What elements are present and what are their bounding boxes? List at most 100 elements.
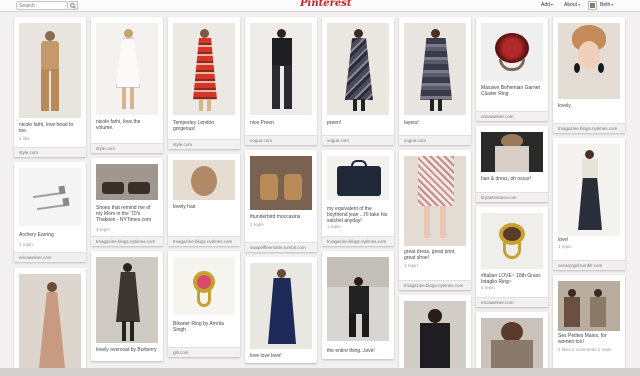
pin[interactable]: layers! vogue.com <box>399 17 471 145</box>
pin-stats: 1 repin <box>250 222 264 227</box>
pin-image[interactable] <box>481 23 543 81</box>
pin-description: layers! <box>404 120 419 126</box>
pin[interactable]: love! 1 repin oscarprgirl.tumblr.com <box>553 138 625 270</box>
pin[interactable]: lovely overcoat by Burberry <box>91 251 163 361</box>
pin-image[interactable] <box>481 318 543 368</box>
pin-description: hair & dress, oh oscar! <box>481 176 532 182</box>
pin[interactable]: thunderbird moccasins 1 repin swapelflee… <box>245 150 317 252</box>
pin-image[interactable] <box>19 168 81 226</box>
pin[interactable]: Massive Bohemian Garnet Cluster Ring eri… <box>476 17 548 121</box>
pin-image[interactable] <box>327 156 389 200</box>
pin-description: Archery Earring <box>19 232 54 238</box>
pin[interactable]: the entire thing...love! <box>322 251 394 359</box>
pin[interactable]: #Italian LOVE~ 18th Grass Intaglio Ring~… <box>476 207 548 307</box>
pin-source[interactable]: bryantestava.com <box>476 191 548 202</box>
pin-source[interactable]: vogue.com <box>399 134 471 145</box>
pin-image[interactable] <box>250 263 312 349</box>
pin-image[interactable] <box>96 23 158 115</box>
pinterest-logo[interactable]: Pinterest <box>300 0 351 9</box>
pin-stats: 1 like <box>19 136 30 141</box>
pin-image[interactable] <box>481 132 543 172</box>
pin-description: great dress, great print, great shoe! <box>404 249 456 261</box>
pin-source[interactable]: tmagazine.blogs.nytimes.com <box>91 235 163 246</box>
pin[interactable]: nicole farhi, love head to toe. 1 like s… <box>14 17 86 157</box>
pin-stats: 1 repin <box>19 242 33 247</box>
pin[interactable] <box>476 312 548 368</box>
add-menu-label: Add <box>541 2 550 8</box>
pin-source[interactable]: ericawelner.com <box>476 110 548 121</box>
pin-source[interactable]: ericawelner.com <box>476 296 548 307</box>
user-menu[interactable]: Beth▾ <box>600 2 613 8</box>
pin-description: love! <box>558 237 569 243</box>
pin-image[interactable] <box>481 213 543 269</box>
pin-source[interactable]: gilt.com <box>168 346 240 357</box>
search-icon <box>69 2 76 9</box>
pin[interactable]: Bikaner Ring by Amrita Singh gilt.com <box>168 251 240 357</box>
pin-source[interactable]: tmagazine.blogs.nytimes.com <box>399 279 471 290</box>
pin-image[interactable] <box>558 281 620 331</box>
pin-source[interactable]: ericawelner.com <box>14 251 86 262</box>
pin[interactable]: nice Preen vogue.com <box>245 17 317 145</box>
pin-description: #Italian LOVE~ 18th Grass Intaglio Ring~ <box>481 273 541 285</box>
pin[interactable]: great dress, great print, great shoe! 1 … <box>399 150 471 290</box>
search-button[interactable] <box>68 1 78 10</box>
user-menu-label: Beth <box>600 2 611 8</box>
top-bar: Pinterest Add▾ About▾ Beth▾ <box>0 0 640 12</box>
pin-description: lovely hair <box>173 204 196 210</box>
pin[interactable]: hair & dress, oh oscar! bryantestava.com <box>476 126 548 202</box>
pin-source[interactable]: tmagazine.blogs.nytimes.com <box>553 122 625 133</box>
pin-description: lovely overcoat by Burberry <box>96 347 157 353</box>
pin-image[interactable] <box>173 257 235 315</box>
pin-source[interactable]: vogue.com <box>245 134 317 145</box>
pin[interactable]: Ses Petites Mains, for women too! 2 like… <box>553 275 625 368</box>
pin-description: Massive Bohemian Garnet Cluster Ring <box>481 85 540 97</box>
pin-image[interactable] <box>327 257 389 341</box>
pin-image[interactable] <box>250 23 312 115</box>
avatar[interactable] <box>589 2 596 9</box>
pin-description: lovely. <box>558 103 572 109</box>
about-menu[interactable]: About▾ <box>564 2 580 8</box>
pin-description: love love love! <box>250 353 282 359</box>
pin-image[interactable] <box>404 156 466 246</box>
pin[interactable]: love love love! <box>245 257 317 363</box>
pin-image[interactable] <box>404 23 466 115</box>
pin[interactable]: nicole farhi, love the volume. style.com <box>91 17 163 153</box>
pin-image[interactable] <box>96 164 158 200</box>
pin-image[interactable] <box>173 23 235 115</box>
pin[interactable]: my equivalent of the boyfriend jean ...I… <box>322 150 394 246</box>
pin-description: the entire thing...love! <box>327 348 375 354</box>
pin-image[interactable] <box>250 156 312 210</box>
pin-source[interactable]: tmagazine.blogs.nytimes.com <box>168 235 240 246</box>
pin-source[interactable]: tmagazine.blogs.nytimes.com <box>322 235 394 246</box>
add-menu[interactable]: Add▾ <box>541 2 553 8</box>
pin-source[interactable]: style.com <box>91 142 163 153</box>
pin[interactable]: Archery Earring 1 repin ericawelner.com <box>14 162 86 262</box>
pin-source[interactable]: style.com <box>168 138 240 149</box>
pin-image[interactable] <box>96 257 158 343</box>
pin-stats: 1 repin <box>327 224 341 229</box>
pin-source[interactable]: swapelfleemarie.tumblr.com <box>245 241 317 252</box>
search-input[interactable] <box>16 1 68 10</box>
pin-stats: 1 repin <box>481 285 495 290</box>
pin[interactable]: Shoes that remind me of my Mom in the '7… <box>91 158 163 246</box>
pin-image[interactable] <box>327 23 389 115</box>
pin-image[interactable] <box>19 23 81 118</box>
pin-image[interactable] <box>19 274 81 368</box>
chevron-down-icon: ▾ <box>611 2 614 7</box>
pin[interactable] <box>14 268 86 368</box>
pin-source[interactable]: style.com <box>14 146 86 157</box>
pin-image[interactable] <box>558 23 620 99</box>
pin-image[interactable] <box>404 301 466 368</box>
pin[interactable]: preen! vogue.com <box>322 17 394 145</box>
pin[interactable]: Temperley London gorgeous! style.com <box>168 17 240 149</box>
pin[interactable] <box>399 295 471 368</box>
pin-description: Bikaner Ring by Amrita Singh <box>173 321 224 333</box>
pin-source[interactable]: vogue.com <box>322 134 394 145</box>
pin[interactable]: lovely. tmagazine.blogs.nytimes.com <box>553 17 625 133</box>
chevron-down-icon: ▾ <box>578 2 581 7</box>
pin-stats: 2 likes 2 comments 1 repin <box>558 347 612 352</box>
pin[interactable]: lovely hair tmagazine.blogs.nytimes.com <box>168 154 240 246</box>
pin-image[interactable] <box>173 160 235 200</box>
pin-image[interactable] <box>558 144 620 236</box>
pin-source[interactable]: oscarprgirl.tumblr.com <box>553 259 625 270</box>
